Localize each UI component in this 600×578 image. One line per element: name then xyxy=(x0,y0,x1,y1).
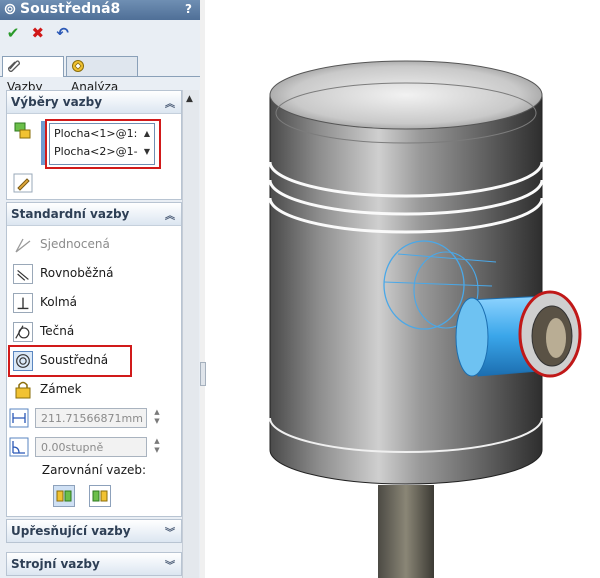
mate-parallel[interactable]: Rovnoběžná xyxy=(13,262,163,286)
scroll-up-icon[interactable]: ▲ xyxy=(186,94,193,104)
panel-scrollbar[interactable]: ▲ xyxy=(182,90,199,578)
distance-icon[interactable] xyxy=(9,408,29,428)
mate-label: Rovnoběžná xyxy=(40,266,114,280)
parallel-icon xyxy=(13,264,33,284)
mate-perpendicular[interactable]: Kolmá xyxy=(13,291,163,315)
alignment-label: Zarovnání vazeb: xyxy=(41,463,147,477)
group-mechanical-mates: Strojní vazby ︾ xyxy=(6,552,182,576)
group-standard-mates: Standardní vazby ︽ Sjednocená Rovnoběžná xyxy=(6,202,182,517)
selection-icon xyxy=(14,122,31,139)
group-header[interactable]: Strojní vazby ︾ xyxy=(7,553,181,575)
perpendicular-icon xyxy=(13,293,33,313)
lock-icon xyxy=(15,381,31,399)
tab-strip: Vazby Analýza xyxy=(0,54,200,94)
angle-field[interactable]: 0.00stupně xyxy=(35,437,147,457)
group-header[interactable]: Standardní vazby ︽ xyxy=(7,203,181,226)
cancel-button[interactable]: ✖ xyxy=(29,24,47,42)
mate-label: Kolmá xyxy=(40,295,77,309)
analysis-icon xyxy=(72,60,84,72)
piston-top[interactable] xyxy=(269,60,543,130)
panel-splitter[interactable] xyxy=(200,0,206,578)
mate-lock[interactable]: Zámek xyxy=(13,378,163,402)
tab-mates[interactable]: Vazby xyxy=(2,56,64,94)
group-title: Upřesňující vazby xyxy=(11,524,131,538)
mate-tangent[interactable]: Tečná xyxy=(13,320,163,344)
mate-coincident[interactable]: Sjednocená xyxy=(13,233,163,257)
coincident-icon xyxy=(15,238,31,253)
angle-stepper[interactable]: ▲ ▼ xyxy=(151,437,163,457)
group-title: Standardní vazby xyxy=(11,207,130,221)
ok-button[interactable]: ✔ xyxy=(4,24,22,42)
panel-title-bar: Soustředná8 ? xyxy=(0,0,200,20)
mate-label: Tečná xyxy=(40,324,75,338)
graphics-viewport[interactable] xyxy=(206,0,600,578)
anti-aligned-button[interactable] xyxy=(89,485,111,507)
tangent-icon xyxy=(13,322,33,342)
aligned-icon xyxy=(56,490,72,502)
group-title: Strojní vazby xyxy=(11,557,100,571)
group-header[interactable]: Výběry vazby ︽ xyxy=(7,91,181,114)
angle-icon[interactable] xyxy=(9,437,29,457)
distance-field[interactable]: 211.71566871mm xyxy=(35,408,147,428)
distance-stepper[interactable]: ▲ ▼ xyxy=(151,408,163,428)
group-header[interactable]: Upřesňující vazby ︾ xyxy=(7,520,181,542)
panel-title: Soustředná8 xyxy=(20,1,121,17)
pencil-icon[interactable] xyxy=(13,173,33,193)
highlight-box xyxy=(8,345,132,377)
piston-model[interactable] xyxy=(206,0,600,578)
tab-analysis[interactable]: Analýza xyxy=(66,56,138,94)
panel-body: Výběry vazby ︽ Plocha<1>@1: Plocha<2>@1-… xyxy=(2,80,182,578)
expand-icon[interactable]: ︾ xyxy=(165,557,175,572)
group-title: Výběry vazby xyxy=(11,95,103,109)
group-advanced-mates: Upřesňující vazby ︾ xyxy=(6,519,182,543)
expand-icon[interactable]: ︾ xyxy=(165,524,175,539)
property-manager: Soustředná8 ? ✔ ✖ ↶ Vazby Analýza ▲ Výbě… xyxy=(0,0,201,578)
paperclip-icon xyxy=(8,60,20,72)
aligned-button[interactable] xyxy=(53,485,75,507)
connecting-rod[interactable] xyxy=(378,485,434,578)
highlight-box xyxy=(45,119,161,169)
mate-label: Sjednocená xyxy=(40,237,110,251)
action-bar: ✔ ✖ ↶ xyxy=(4,24,75,42)
undo-button[interactable]: ↶ xyxy=(54,24,72,42)
group-mate-selections: Výběry vazby ︽ Plocha<1>@1: Plocha<2>@1-… xyxy=(6,90,182,200)
help-button[interactable]: ? xyxy=(185,2,192,16)
mate-icon xyxy=(4,3,16,15)
piston-body[interactable] xyxy=(269,94,543,485)
mate-label: Zámek xyxy=(40,382,82,396)
anti-aligned-icon xyxy=(92,490,108,502)
collapse-icon[interactable]: ︽ xyxy=(165,207,175,222)
collapse-icon[interactable]: ︽ xyxy=(165,95,175,110)
